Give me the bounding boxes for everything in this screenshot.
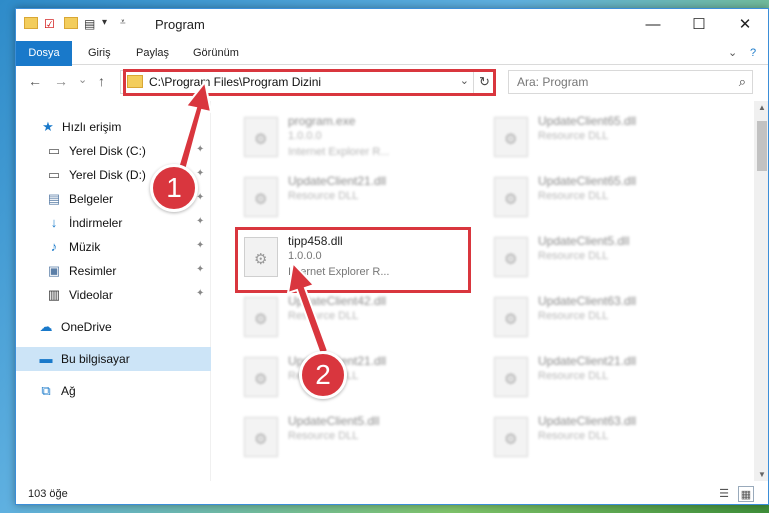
step-2-badge: 2 — [299, 351, 347, 399]
arrow-1 — [176, 79, 213, 172]
arrow-2 — [286, 260, 330, 356]
step-1-badge: 1 — [150, 164, 198, 212]
annotation-arrows — [176, 79, 330, 356]
